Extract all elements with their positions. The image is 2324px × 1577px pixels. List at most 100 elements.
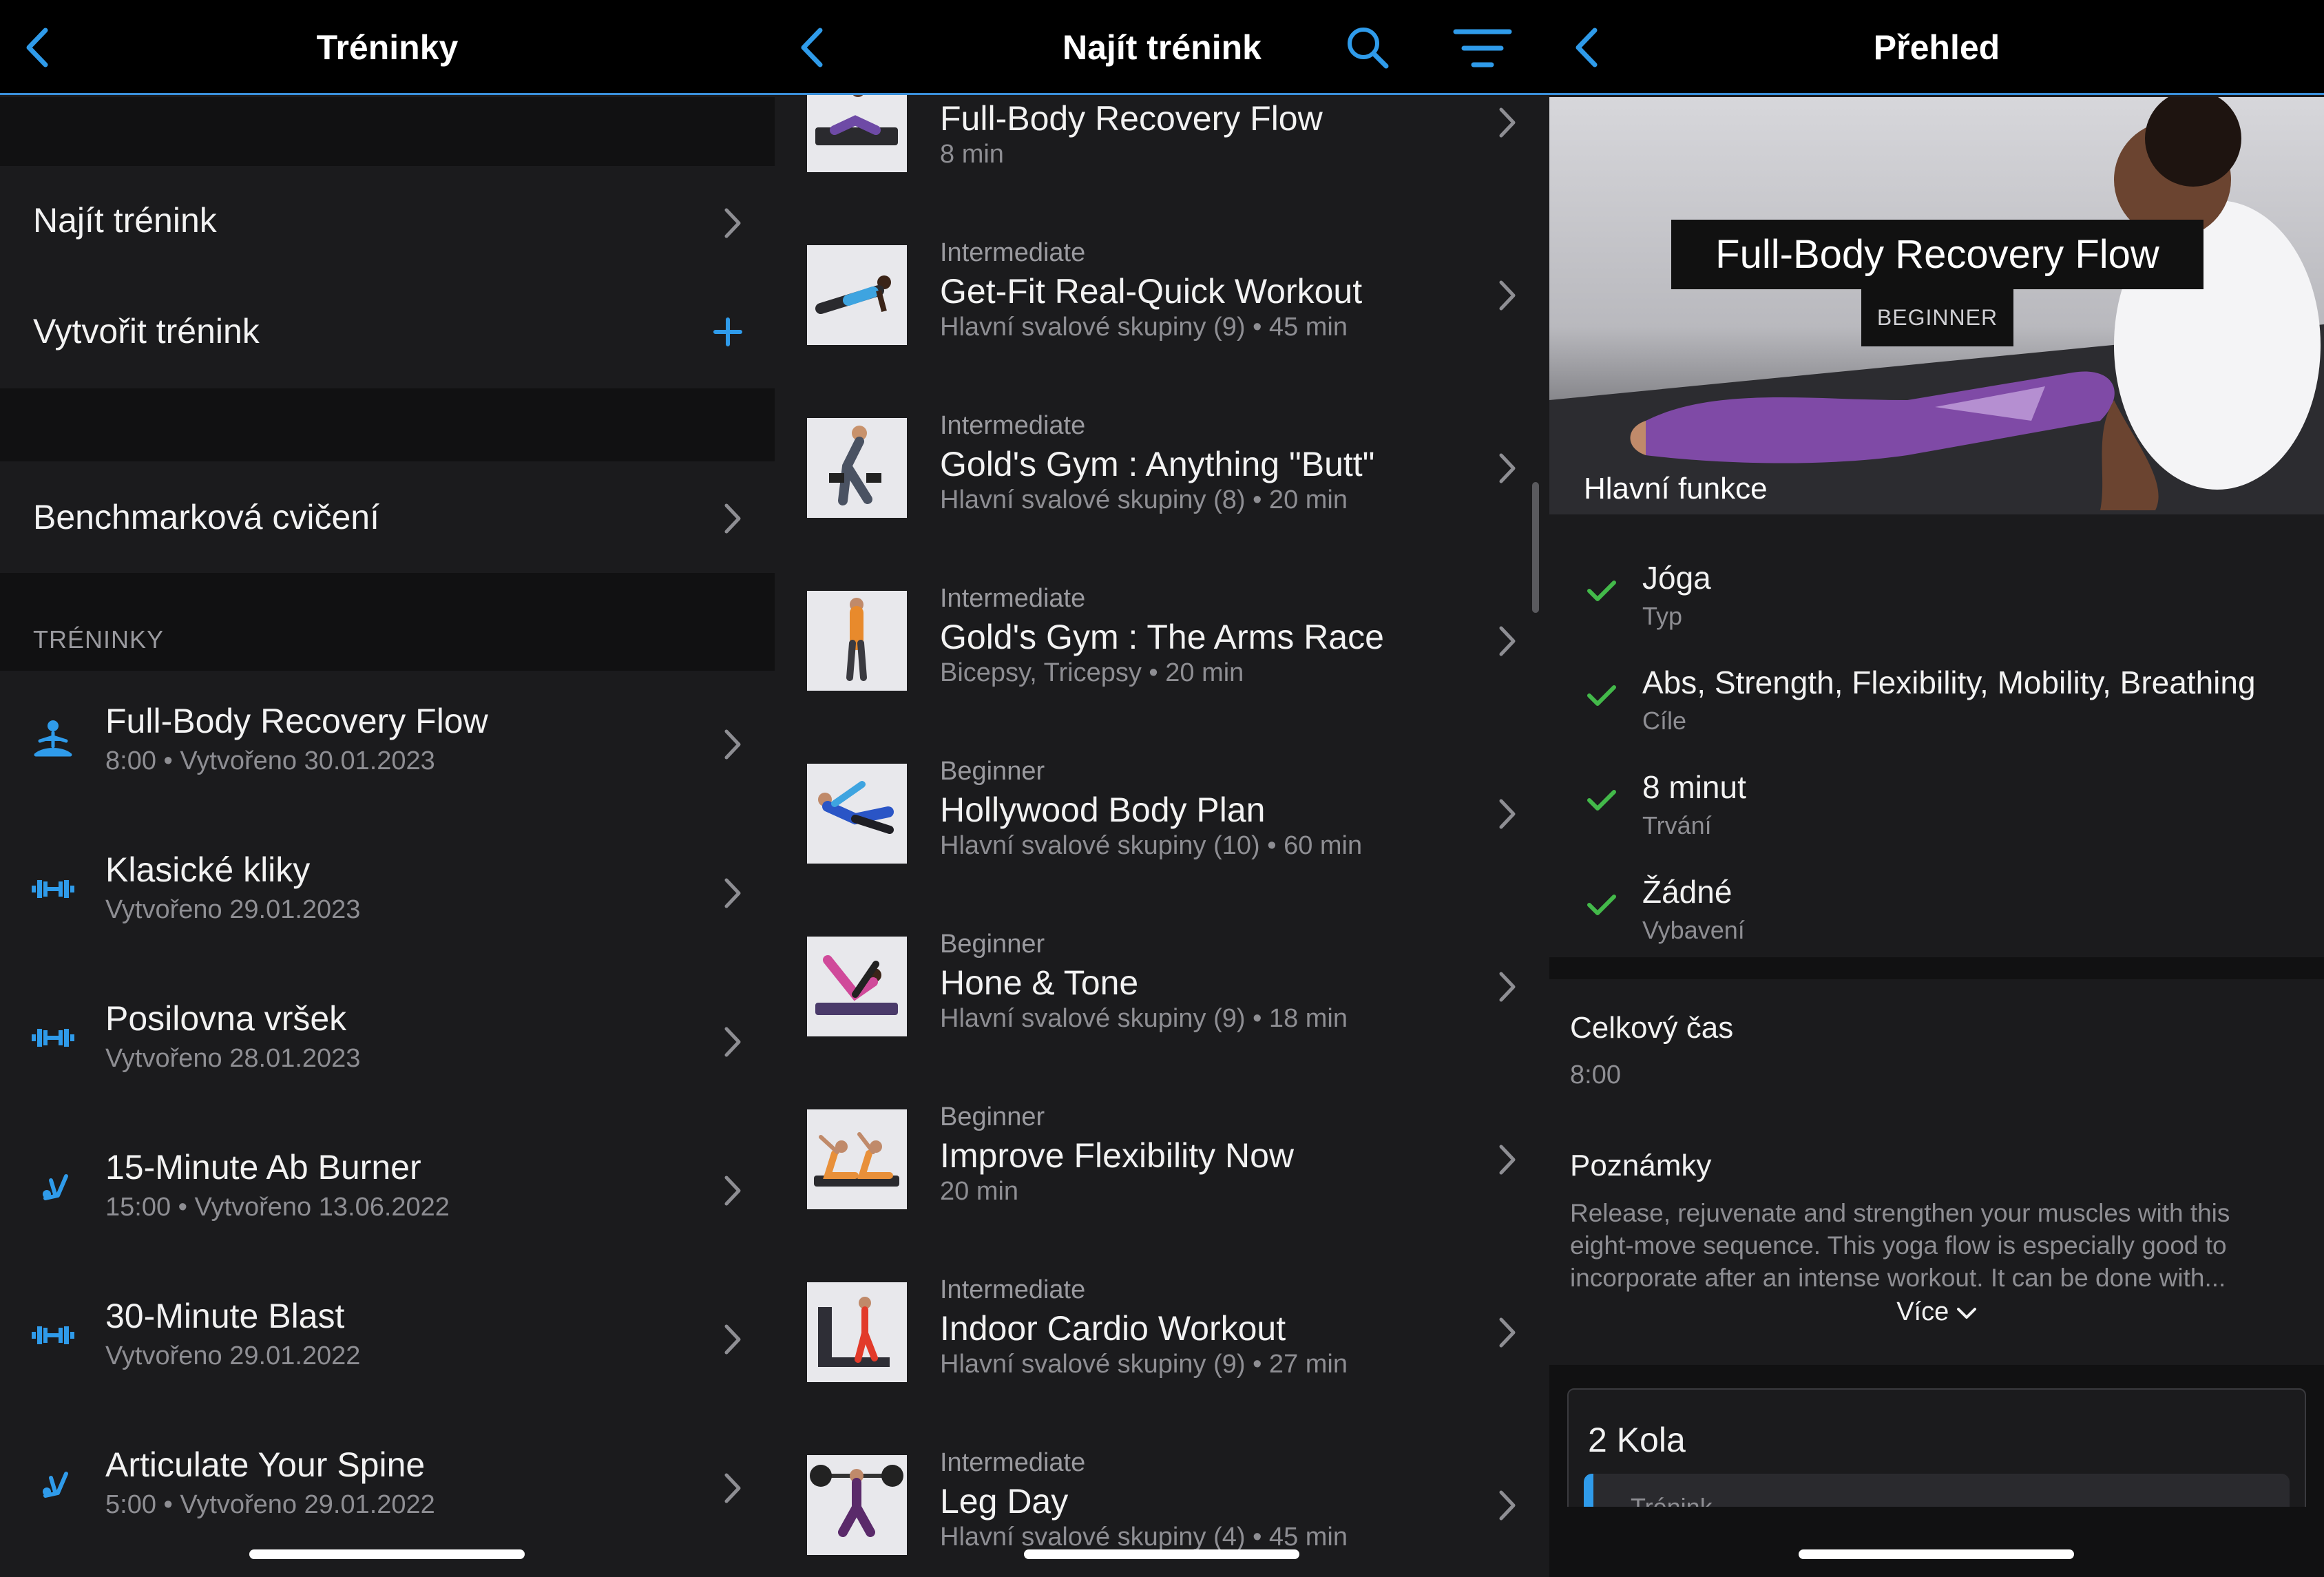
chevron-right-icon <box>724 1176 741 1206</box>
pilates-icon <box>43 1174 68 1200</box>
feature-title: 8 minut <box>1642 769 1746 805</box>
hero-title: Full-Body Recovery Flow <box>1715 232 2159 277</box>
workout-subtitle: Vytvořeno 29.01.2022 <box>105 1341 361 1370</box>
workout-thumbnail <box>807 418 907 518</box>
notes-label: Poznámky <box>1570 1149 1712 1182</box>
page-title: Přehled <box>1873 28 2000 67</box>
feature-title: Jóga <box>1642 560 1711 596</box>
feature-subtitle: Vybavení <box>1642 916 1745 944</box>
chevron-right-icon <box>724 503 741 534</box>
workout-subtitle: Vytvořeno 29.01.2023 <box>105 895 361 924</box>
workout-thumbnail <box>807 764 907 864</box>
pilates-icon <box>43 1472 68 1498</box>
page-title: Tréninky <box>316 28 459 67</box>
workout-list-item[interactable]: 15-Minute Ab Burner 15:00 • Vytvořeno 13.… <box>0 1117 775 1266</box>
workout-subtitle: Vytvořeno 28.01.2023 <box>105 1044 361 1073</box>
dumbbell-icon <box>32 1029 74 1047</box>
workout-title: Gold's Gym : The Arms Race <box>940 618 1384 656</box>
workout-catalog-list: Beginner Full-Body Recovery Flow8 min Inte… <box>775 0 1549 1563</box>
catalog-list-item[interactable]: Intermediate Gold's Gym : The Arms Race Bi… <box>775 556 1549 729</box>
divider <box>0 388 775 461</box>
workout-title: Full-Body Recovery Flow <box>940 99 1323 138</box>
catalog-list-item[interactable]: Beginner Improve Flexibility Now 20 min <box>775 1075 1549 1248</box>
workout-subtitle: Hlavní svalové skupiny (10) • 60 min <box>940 831 1363 860</box>
benchmark-row[interactable]: Benchmarková cvičení <box>0 461 775 573</box>
header: Přehled <box>1549 0 2324 95</box>
chevron-right-icon <box>724 1473 741 1503</box>
notes-line: eight-move sequence. This yoga flow is e… <box>1570 1231 2227 1260</box>
workout-thumbnail <box>807 245 907 345</box>
workout-list-item[interactable]: Posilovna vršek Vytvořeno 28.01.2023 <box>0 968 775 1117</box>
find-workout-row[interactable]: Najít trénink <box>0 166 775 278</box>
workout-title: Hone & Tone <box>940 963 1139 1002</box>
plus-icon[interactable] <box>713 317 743 347</box>
workout-title: Articulate Your Spine <box>105 1445 426 1484</box>
workout-list-item[interactable]: 30-Minute Blast Vytvořeno 29.01.2022 <box>0 1266 775 1414</box>
workout-level: Intermediate <box>940 1448 1086 1477</box>
chevron-down-icon <box>1956 1307 1976 1319</box>
benchmark-label: Benchmarková cvičení <box>33 498 380 536</box>
total-time-value: 8:00 <box>1570 1061 1621 1089</box>
more-button[interactable]: Více <box>1549 1297 2324 1327</box>
create-workout-row[interactable]: Vytvořit trénink <box>0 278 775 388</box>
level-badge: BEGINNER <box>1861 289 2013 346</box>
level-text: BEGINNER <box>1876 305 1998 330</box>
workout-level: Beginner <box>940 930 1045 959</box>
workout-subtitle: Hlavní svalové skupiny (9) • 18 min <box>940 1004 1348 1033</box>
workout-subtitle: Hlavní svalové skupiny (4) • 45 min <box>940 1523 1348 1552</box>
page-title: Najít trénink <box>1062 28 1262 67</box>
home-indicator <box>249 1549 525 1559</box>
workout-subtitle: 8 min <box>940 140 1004 169</box>
notes-line: Release, rejuvenate and strengthen your … <box>1570 1199 2230 1227</box>
feature-subtitle: Typ <box>1642 602 1683 630</box>
search-icon[interactable] <box>1345 25 1390 70</box>
workout-title: Indoor Cardio Workout <box>940 1309 1286 1348</box>
checkmark-icon <box>1587 895 1616 915</box>
notes-text: Release, rejuvenate and strengthen your … <box>1570 1197 2314 1294</box>
workout-subtitle: 5:00 • Vytvořeno 29.01.2022 <box>105 1490 435 1519</box>
workout-subtitle: Bicepsy, Tricepsy • 20 min <box>940 658 1244 687</box>
workout-thumbnail <box>807 937 907 1036</box>
chevron-right-icon <box>1499 799 1516 829</box>
header: Najít trénink <box>775 0 1549 95</box>
workouts-panel: Tréninky Najít trénink Vytvořit trénink … <box>0 0 775 1577</box>
filter-icon[interactable] <box>1453 28 1512 69</box>
chevron-right-icon <box>1499 107 1516 138</box>
chevron-right-icon <box>1499 1317 1516 1348</box>
feature-subtitle: Trvání <box>1642 811 1712 839</box>
yoga-icon <box>34 720 72 757</box>
checkmark-icon <box>1587 685 1616 706</box>
feature-title: Žádné <box>1642 874 1732 910</box>
workout-subtitle: 15:00 • Vytvořeno 13.06.2022 <box>105 1193 450 1222</box>
home-indicator <box>1799 1549 2074 1559</box>
notes-line: incorporate after an intense workout. It… <box>1570 1264 2226 1292</box>
feature-item: 8 minut Trvání <box>1549 753 2324 858</box>
find-workout-label: Najít trénink <box>33 201 217 240</box>
more-label: Více <box>1896 1297 1949 1326</box>
hero-title-box: Full-Body Recovery Flow <box>1671 220 2203 289</box>
workout-title: Full-Body Recovery Flow <box>105 702 488 740</box>
home-indicator <box>1024 1549 1299 1559</box>
catalog-list-item[interactable]: Beginner Hone & Tone Hlavní svalové skupin… <box>775 902 1549 1075</box>
workout-title: 30-Minute Blast <box>105 1297 345 1335</box>
workout-title: Improve Flexibility Now <box>940 1136 1295 1175</box>
workout-level: Intermediate <box>940 584 1086 613</box>
workout-list-item[interactable]: Full-Body Recovery Flow 8:00 • Vytvořeno … <box>0 671 775 819</box>
workout-level: Intermediate <box>940 238 1086 267</box>
catalog-list-item[interactable]: Intermediate Gold's Gym : Anything "Butt"… <box>775 384 1549 556</box>
chevron-right-icon <box>1499 453 1516 483</box>
catalog-list-item[interactable]: Intermediate Get-Fit Real-Quick Workout Hl… <box>775 211 1549 384</box>
workout-subtitle: 8:00 • Vytvořeno 30.01.2023 <box>105 746 435 775</box>
chevron-right-icon <box>724 878 741 908</box>
chevron-right-icon <box>1499 972 1516 1002</box>
catalog-list-item[interactable]: Intermediate Indoor Cardio Workout Hlavní … <box>775 1248 1549 1421</box>
workout-level: Beginner <box>940 1103 1045 1131</box>
chevron-right-icon <box>724 1324 741 1355</box>
feature-item: Jóga Typ <box>1549 544 2324 649</box>
feature-subtitle: Cíle <box>1642 707 1687 735</box>
scrollbar[interactable] <box>1532 482 1539 613</box>
rounds-title: 2 Kola <box>1588 1421 1686 1459</box>
workout-list-item[interactable]: Articulate Your Spine 5:00 • Vytvořeno 29… <box>0 1414 775 1563</box>
catalog-list-item[interactable]: Beginner Hollywood Body Plan Hlavní svalov… <box>775 729 1549 902</box>
workout-list-item[interactable]: Klasické kliky Vytvořeno 29.01.2023 <box>0 819 775 968</box>
